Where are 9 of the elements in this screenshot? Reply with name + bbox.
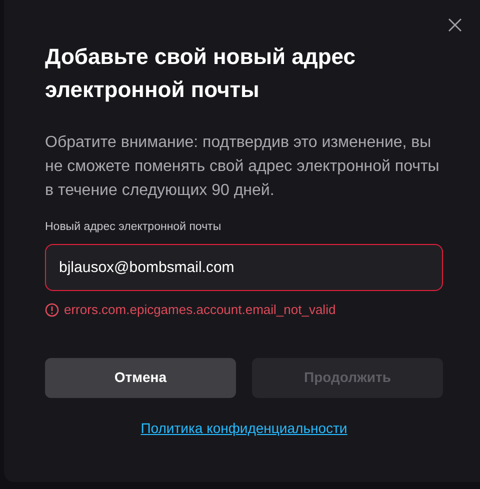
cancel-button[interactable]: Отмена	[45, 358, 236, 398]
error-message: errors.com.epicgames.account.email_not_valid	[64, 301, 336, 320]
email-field[interactable]: bjlausox@bombsmail.com	[45, 244, 443, 292]
privacy-link[interactable]: Политика конфиденциальности	[140, 418, 348, 439]
dialog-description: Обратите внимание: подтвердив это изменение, вы не сможете поменять свой адрес электронной почты в течение следующих 90 дней.	[45, 133, 440, 201]
close-icon	[448, 18, 462, 32]
field-label: Новый адрес электронной почты	[45, 220, 222, 235]
error-icon	[45, 303, 59, 317]
dialog-title: Добавьте свой новый адрес электронной почты	[45, 43, 356, 104]
